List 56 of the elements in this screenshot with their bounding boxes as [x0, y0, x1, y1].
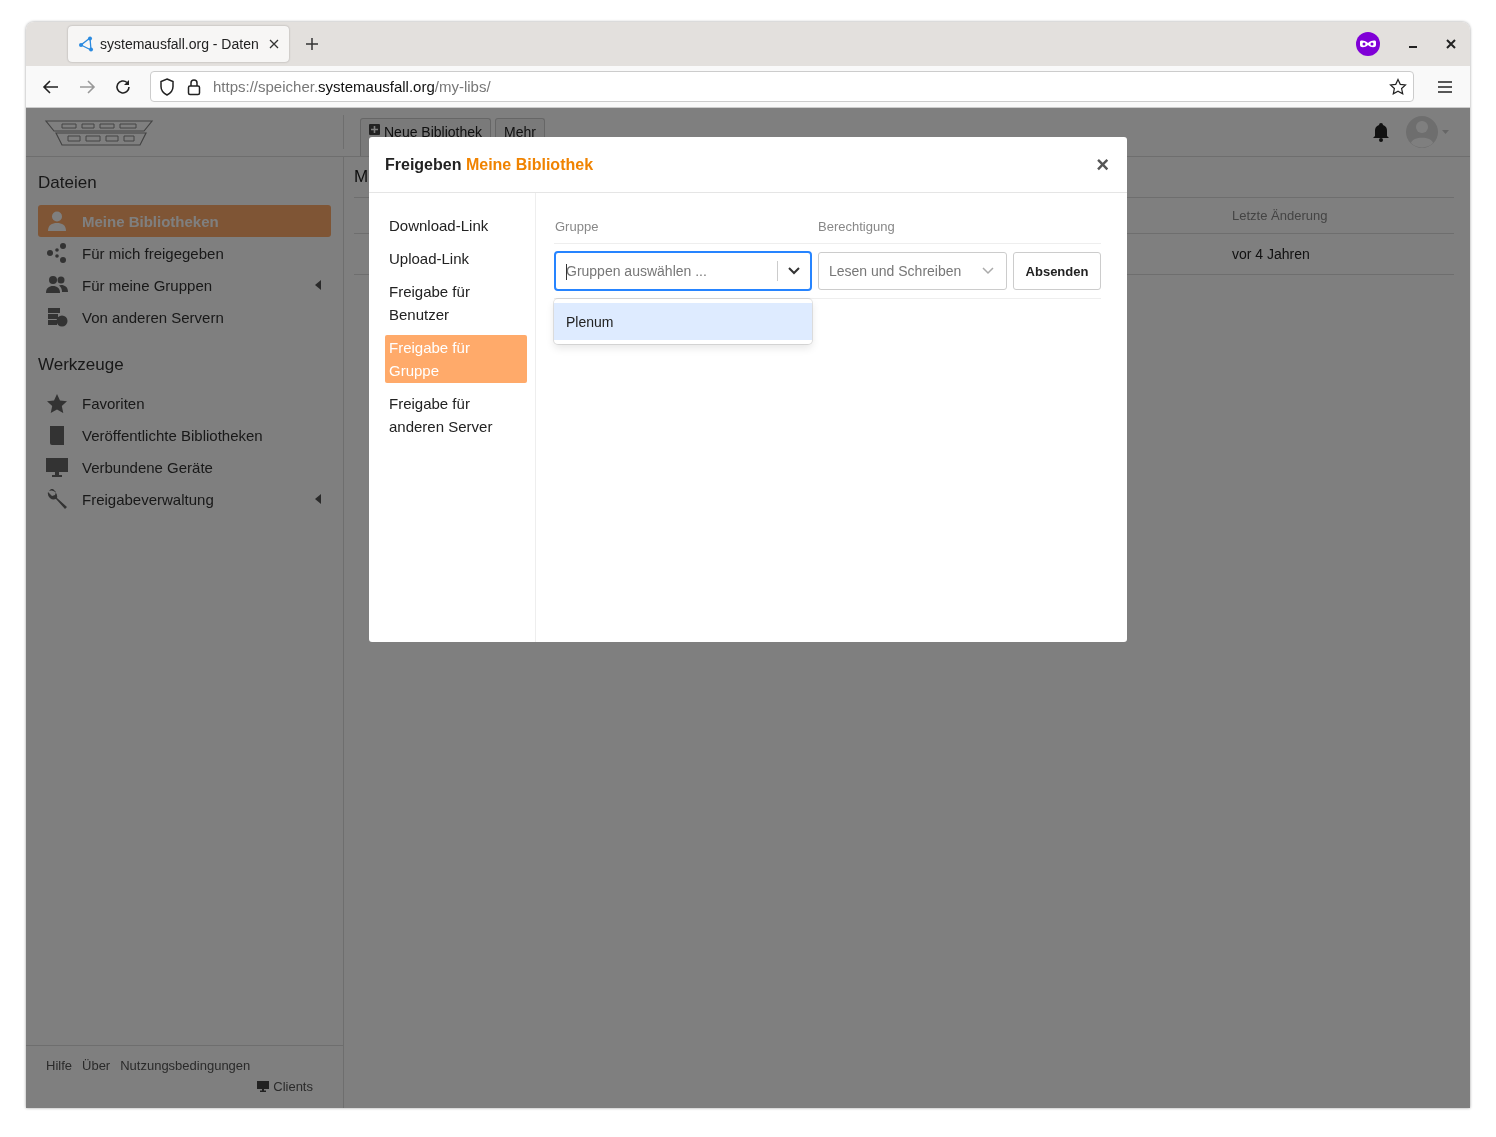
footer-link[interactable]: Hilfe — [46, 1058, 72, 1073]
chevron-down-icon — [982, 267, 994, 275]
sidebar-item[interactable]: Favoriten — [38, 387, 331, 419]
table-cell-text: vor 4 Jahren — [1232, 246, 1311, 262]
browser-tab[interactable]: systemausfall.org - Daten — [68, 26, 289, 62]
sidebar-item[interactable]: Freigabeverwaltung — [38, 483, 331, 515]
shield-icon — [159, 77, 175, 96]
server-icon — [46, 307, 68, 327]
page-heading: M — [354, 167, 369, 187]
forward-icon[interactable] — [78, 77, 96, 96]
monitor-icon — [257, 1081, 270, 1092]
footer-link[interactable]: Nutzungsbedingungen — [120, 1058, 251, 1073]
column-label: Berechtigung — [818, 219, 895, 234]
address-bar[interactable]: https://speicher.systemausfall.org/my-libs/ — [150, 71, 1414, 102]
footer-link[interactable]: Über — [82, 1058, 111, 1073]
logo-icon — [42, 117, 156, 147]
menu-icon[interactable] — [1438, 80, 1452, 93]
column-label: Gruppe — [555, 219, 600, 234]
dialog-nav-item[interactable]: Freigabe für anderen Server — [385, 391, 527, 439]
chevron-down-icon — [788, 267, 800, 275]
dialog-nav-item[interactable]: Freigabe für Benutzer — [385, 279, 527, 327]
dropdown-option[interactable]: Plenum — [554, 303, 812, 340]
group-field[interactable]: Gruppen auswählen ... — [566, 263, 767, 279]
star-icon — [46, 393, 68, 413]
monitor-icon — [46, 457, 68, 477]
clients-link[interactable]: Clients — [46, 1079, 313, 1094]
dialog-title: Freigeben Meine Bibliothek — [385, 155, 594, 174]
share-icon — [46, 243, 68, 263]
users-icon — [46, 275, 68, 295]
close-icon[interactable] — [269, 39, 279, 49]
bell-icon[interactable] — [1372, 122, 1390, 142]
share-icon — [78, 36, 94, 52]
user-icon — [46, 211, 68, 231]
close-icon[interactable] — [1446, 39, 1456, 49]
reload-icon[interactable] — [114, 77, 132, 96]
tab-title: systemausfall.org - Daten — [100, 36, 260, 52]
back-icon[interactable] — [42, 77, 60, 96]
close-button[interactable]: × — [1094, 151, 1111, 178]
dialog-nav-item[interactable]: Upload-Link — [385, 246, 527, 271]
plus-icon — [369, 124, 380, 135]
sidebar-item[interactable]: Von anderen Servern — [38, 301, 331, 333]
bookmark-star-icon[interactable] — [1389, 77, 1407, 96]
new-tab-icon[interactable] — [305, 37, 319, 51]
submit-button[interactable]: Absenden — [1013, 252, 1101, 290]
sidebar-item[interactable]: Veröffentlichte Bibliotheken — [38, 419, 331, 451]
lock-icon — [187, 77, 201, 96]
section-heading: Werkzeuge — [38, 355, 125, 375]
section-heading: Dateien — [38, 173, 98, 193]
url-text: https://speicher.systemausfall.org/my-libs/ — [213, 78, 491, 95]
sidebar-item[interactable]: Für meine Gruppen — [38, 269, 331, 301]
permission-select[interactable]: Lesen und Schreiben — [818, 252, 1007, 290]
dialog-nav-item[interactable]: Download-Link — [385, 213, 527, 238]
mask-icon[interactable] — [1356, 32, 1380, 56]
sidebar-item[interactable]: Für mich freigegeben — [38, 237, 331, 269]
sidebar-item[interactable]: Verbundene Geräte — [38, 451, 331, 483]
column-header: Letzte Änderung — [1232, 208, 1329, 223]
